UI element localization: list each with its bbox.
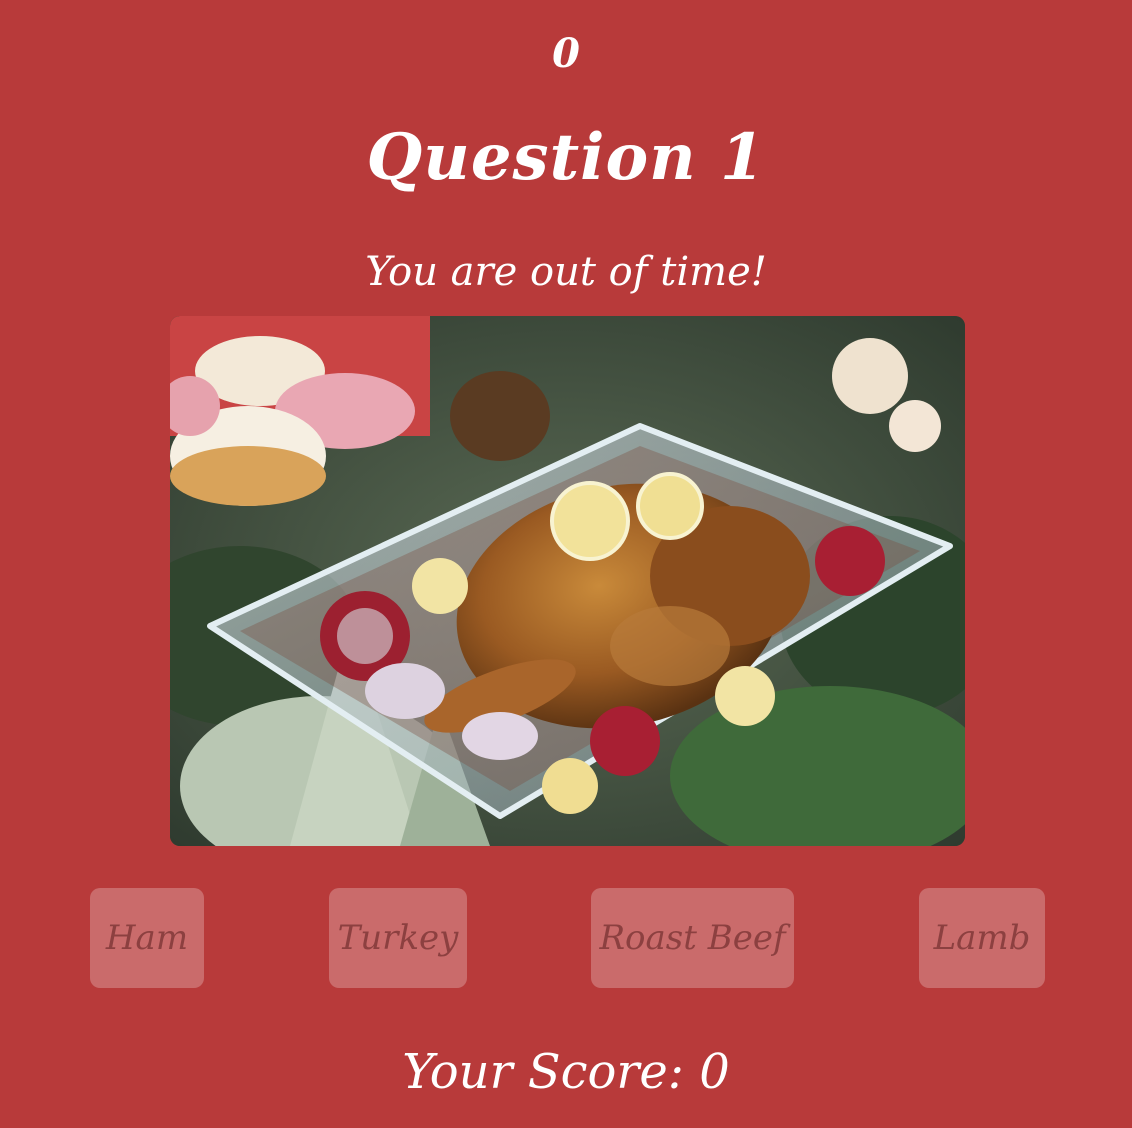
countdown-timer: 0	[552, 30, 580, 77]
score-display: Your Score: 0	[402, 1044, 730, 1100]
answer-button-ham[interactable]: Ham	[90, 888, 204, 988]
answer-button-roast-beef[interactable]: Roast Beef	[591, 888, 794, 988]
out-of-time-message: You are out of time!	[365, 249, 767, 295]
question-title: Question 1	[366, 120, 766, 195]
answer-button-turkey[interactable]: Turkey	[329, 888, 467, 988]
question-image	[170, 316, 965, 846]
answer-button-lamb[interactable]: Lamb	[919, 888, 1045, 988]
